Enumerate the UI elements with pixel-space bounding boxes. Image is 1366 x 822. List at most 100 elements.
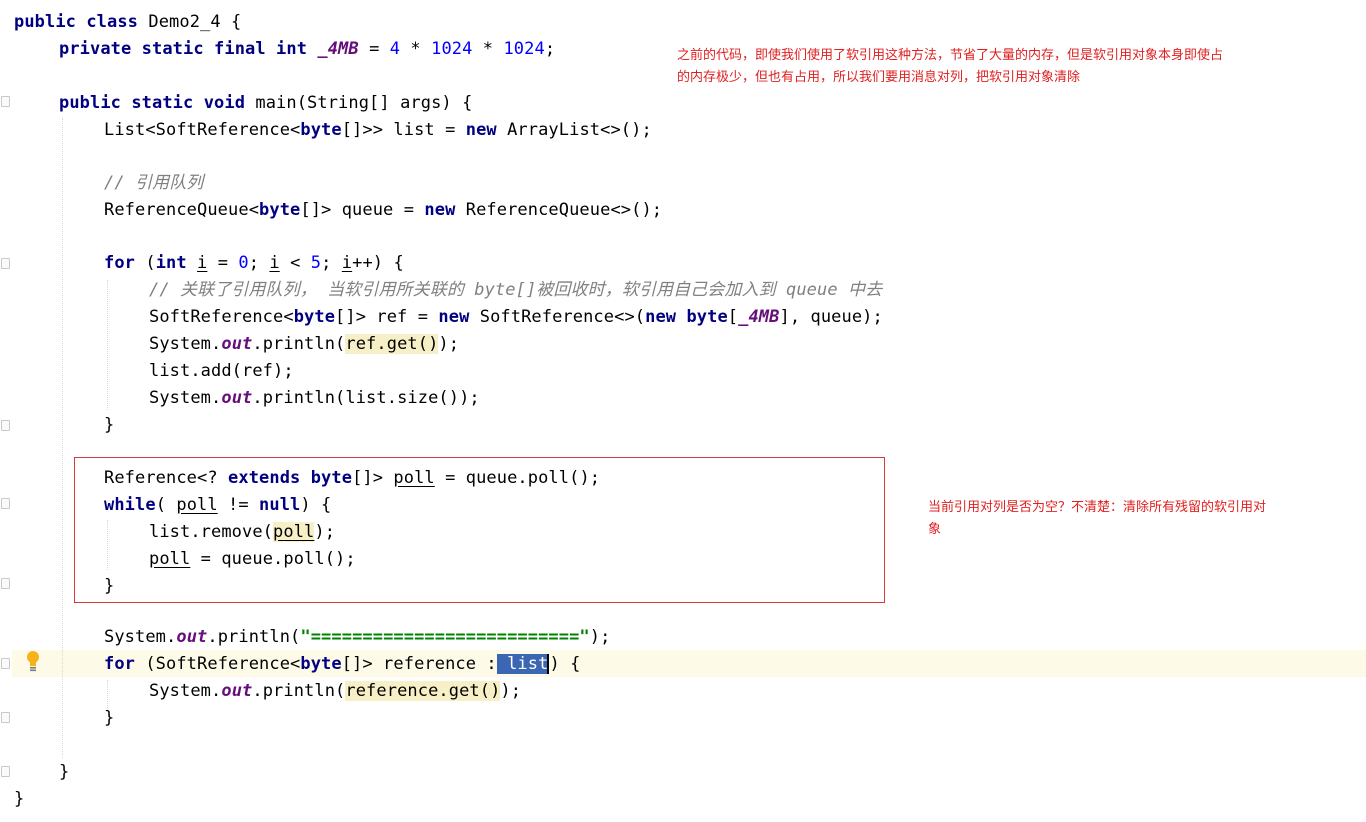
fold-marker-icon[interactable] [1, 96, 10, 107]
fold-marker-icon[interactable] [1, 766, 10, 777]
code-token: []> queue = [300, 200, 425, 220]
code-line[interactable]: // 关联了引用队列， 当软引用所关联的 byte[]被回收时，软引用自己会加入… [149, 277, 882, 304]
code-token: 4 [389, 39, 401, 59]
code-token: []> ref = [335, 307, 439, 327]
code-token: } [104, 415, 115, 435]
code-token: ); [589, 627, 611, 647]
fold-marker-icon[interactable] [1, 712, 10, 723]
code-line[interactable]: System.out.println(list.size()); [149, 385, 480, 412]
code-token: i [269, 253, 280, 273]
code-token: = [358, 39, 390, 59]
code-token: list.add(ref); [149, 361, 294, 381]
code-token: SoftReference< [149, 307, 294, 327]
code-token: ); [438, 334, 460, 354]
code-token: public static void [59, 93, 256, 113]
code-token: []>> list = [341, 120, 466, 140]
code-token: ++) { [352, 253, 404, 273]
code-token: ArrayList<>(); [507, 120, 652, 140]
code-token: byte [300, 654, 342, 674]
annotation-note-top: 之前的代码，即使我们使用了软引用这种方法，节省了大量的内存，但是软引用对象本身即… [677, 45, 1357, 89]
code-token: new [438, 307, 480, 327]
code-token: 0 [238, 253, 249, 273]
code-token: = [207, 253, 239, 273]
code-line[interactable]: for (int i = 0; i < 5; i++) { [104, 250, 404, 277]
code-token: 1024 [503, 39, 545, 59]
code-token: new [465, 120, 508, 140]
code-token: []> reference : [341, 654, 497, 674]
code-line[interactable]: } [104, 705, 114, 732]
code-token: byte [300, 120, 342, 140]
fold-marker-icon[interactable] [1, 658, 10, 669]
annotation-note-right: 当前引用对列是否为空？不清楚：清除所有残留的软引用对 象 [928, 497, 1353, 541]
annotation-note-line: 象 [928, 522, 942, 537]
code-token: 5 [310, 253, 322, 273]
code-token: System. [149, 388, 222, 408]
code-line[interactable]: } [104, 412, 114, 439]
code-token: "==========================" [300, 627, 590, 647]
code-token: System. [149, 681, 222, 701]
annotation-note-line: 之前的代码，即使我们使用了软引用这种方法，节省了大量的内存，但是软引用对象本身即… [677, 48, 1224, 63]
code-token: out [176, 627, 208, 647]
code-line[interactable]: List<SoftReference<byte[]>> list = new A… [104, 117, 652, 144]
fold-marker-icon[interactable] [1, 578, 10, 589]
fold-marker-icon[interactable] [1, 420, 10, 431]
code-line[interactable]: SoftReference<byte[]> ref = new SoftRefe… [149, 304, 883, 331]
code-token: out [221, 334, 253, 354]
code-line[interactable]: // 引用队列 [104, 170, 203, 197]
code-token: for [104, 253, 146, 273]
code-line[interactable]: ReferenceQueue<byte[]> queue = new Refer… [104, 197, 662, 224]
code-token: new [424, 200, 466, 220]
code-line[interactable]: System.out.println("====================… [104, 624, 610, 651]
code-token: ); [500, 681, 522, 701]
code-line[interactable]: } [14, 786, 24, 813]
code-line[interactable]: System.out.println(ref.get()); [149, 331, 459, 358]
code-line[interactable]: public static void main(String[] args) { [59, 90, 472, 117]
code-line[interactable]: } [59, 759, 69, 786]
lightbulb-icon[interactable] [25, 650, 41, 672]
annotation-box [74, 457, 885, 603]
code-token: i [341, 253, 353, 273]
code-token: ; [544, 39, 556, 59]
code-token: .println( [207, 627, 301, 647]
code-token: i [197, 253, 208, 273]
code-line[interactable]: System.out.println(reference.get()); [149, 678, 521, 705]
selected-text[interactable]: list [496, 654, 549, 674]
code-token: * [400, 39, 432, 59]
fold-marker-icon[interactable] [1, 498, 10, 509]
code-token: < [279, 253, 311, 273]
indent-guide [107, 280, 108, 410]
code-token: ReferenceQueue<>(); [465, 200, 663, 220]
code-token: byte [259, 200, 301, 220]
annotation-note-line: 的内存极少，但也有占用，所以我们要用消息对列，把软引用对象清除 [677, 70, 1081, 85]
code-token: List<SoftReference< [104, 120, 301, 140]
code-token: ) { [549, 654, 581, 674]
code-line[interactable]: for (SoftReference<byte[]> reference : l… [104, 651, 580, 678]
code-token: ; [321, 253, 342, 273]
code-token: ref.get() [345, 334, 439, 354]
code-token: private static final [59, 39, 277, 59]
code-token: int [155, 253, 198, 273]
code-token: ], queue); [779, 307, 883, 327]
fold-marker-icon[interactable] [1, 258, 10, 269]
code-line[interactable]: public class Demo2_4 { [14, 9, 241, 36]
code-comment: // 引用队列 [104, 173, 204, 193]
code-token: out [221, 681, 253, 701]
annotation-note-line: 当前引用对列是否为空？不清楚：清除所有残留的软引用对 [928, 500, 1267, 515]
editor-gutter [0, 0, 12, 822]
code-line[interactable]: private static final int _4MB = 4 * 1024… [59, 36, 555, 63]
code-token: System. [104, 627, 177, 647]
code-token: ReferenceQueue< [104, 200, 260, 220]
code-token: ; [248, 253, 270, 273]
code-token: new [645, 307, 687, 327]
code-token: SoftReference<>( [479, 307, 646, 327]
code-token: .println(list.size()); [252, 388, 480, 408]
code-token: [ [727, 307, 739, 327]
code-token: main(String[] args) { [255, 93, 473, 113]
code-token: } [104, 708, 115, 728]
code-line[interactable]: list.add(ref); [149, 358, 294, 385]
code-token: .println( [252, 334, 346, 354]
code-token: public class [14, 12, 149, 32]
code-comment: // 关联了引用队列， 当软引用所关联的 byte[]被回收时，软引用自己会加入… [149, 280, 883, 300]
code-editor[interactable]: public class Demo2_4 { private static fi… [0, 0, 1366, 822]
code-token: System. [149, 334, 222, 354]
